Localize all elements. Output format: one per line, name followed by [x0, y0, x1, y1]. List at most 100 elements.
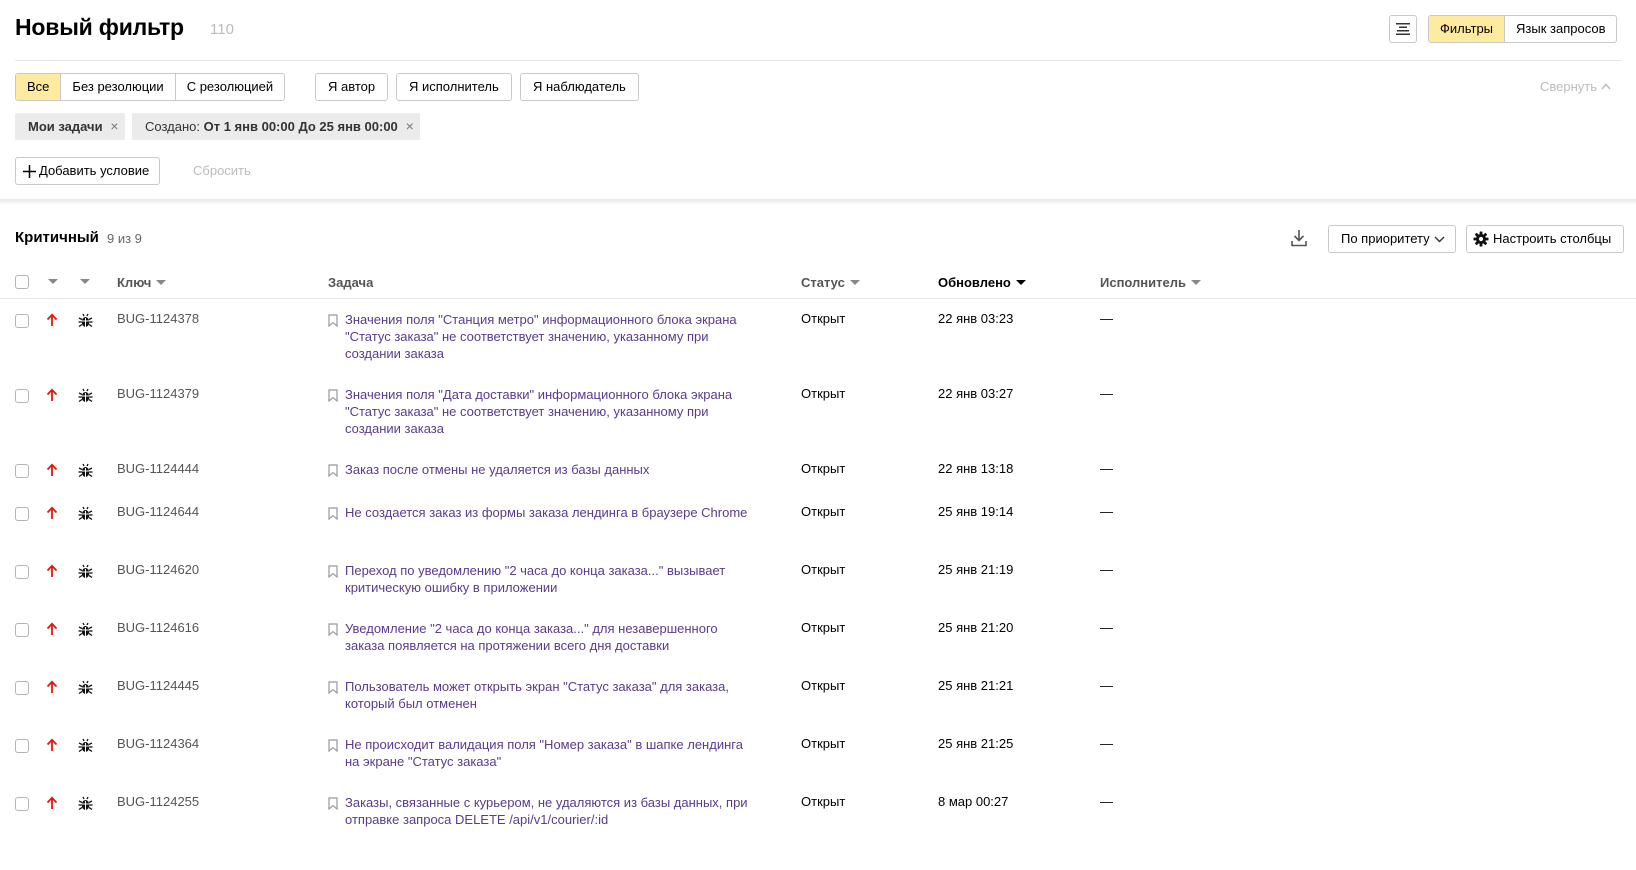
- column-header-task[interactable]: Задача: [328, 275, 373, 290]
- issue-key[interactable]: BUG-1124620: [117, 562, 199, 577]
- chip-created-value: От 1 янв 00:00 До 25 янв 00:00: [203, 119, 398, 134]
- issue-summary-link[interactable]: Заказ после отмены не удаляется из базы …: [345, 461, 755, 478]
- issue-updated: 22 янв 13:18: [938, 461, 1014, 476]
- group-title: Критичный: [15, 229, 99, 246]
- page-title: Новый фильтр: [15, 14, 184, 40]
- filter-result-count: 110: [210, 21, 234, 38]
- tab-resolution-none[interactable]: Без резолюции: [60, 74, 174, 100]
- issue-summary-link[interactable]: Заказы, связанные с курьером, не удаляют…: [345, 794, 755, 828]
- caret-down-icon: [849, 280, 860, 285]
- issue-status: Открыт: [801, 461, 846, 476]
- bug-icon: [78, 564, 93, 582]
- type-column-menu[interactable]: [80, 279, 90, 284]
- sort-select[interactable]: По приоритету: [1328, 225, 1456, 253]
- issue-assignee: —: [1100, 678, 1113, 693]
- priority-critical-icon: [46, 313, 58, 330]
- issue-summary-link[interactable]: Значения поля "Дата доставки" информацио…: [345, 386, 755, 437]
- row-checkbox[interactable]: [15, 681, 29, 695]
- tab-resolution-all[interactable]: Все: [16, 74, 61, 100]
- chip-created[interactable]: Создано: От 1 янв 00:00 До 25 янв 00:00 …: [132, 113, 420, 140]
- priority-column-menu[interactable]: [48, 279, 58, 284]
- add-condition-button[interactable]: Добавить условие: [15, 157, 161, 185]
- column-header-key[interactable]: Ключ: [117, 275, 167, 290]
- bookmark-icon[interactable]: [328, 389, 338, 405]
- column-header-updated[interactable]: Обновлено: [938, 275, 1026, 290]
- issue-summary-link[interactable]: Не создается заказ из формы заказа ленди…: [345, 504, 755, 521]
- bookmark-icon[interactable]: [328, 797, 338, 813]
- bug-icon: [78, 506, 93, 524]
- issue-updated: 25 янв 19:14: [938, 504, 1014, 519]
- column-header-assignee[interactable]: Исполнитель: [1100, 275, 1201, 290]
- row-checkbox[interactable]: [15, 623, 29, 637]
- sort-select-label: По приоритету: [1341, 231, 1430, 246]
- issue-summary-link[interactable]: Значения поля "Станция метро" информацио…: [345, 311, 755, 362]
- issue-key[interactable]: BUG-1124379: [117, 386, 199, 401]
- download-icon[interactable]: [1291, 229, 1307, 250]
- collapse-button[interactable]: Свернуть: [1540, 79, 1611, 94]
- chip-my-tasks[interactable]: Мои задачи ×: [15, 113, 125, 140]
- reset-button[interactable]: Сбросить: [193, 163, 251, 178]
- close-icon[interactable]: ×: [110, 113, 118, 140]
- issue-assignee: —: [1100, 736, 1113, 751]
- issue-key[interactable]: BUG-1124444: [117, 461, 199, 476]
- issue-assignee: —: [1100, 461, 1113, 476]
- issue-key[interactable]: BUG-1124255: [117, 794, 199, 809]
- issue-key[interactable]: BUG-1124364: [117, 736, 199, 751]
- bug-icon: [78, 463, 93, 481]
- layout-toggle-button[interactable]: [1389, 15, 1417, 43]
- column-key-label: Ключ: [117, 275, 152, 290]
- bookmark-icon[interactable]: [328, 681, 338, 697]
- column-header-status[interactable]: Статус: [801, 275, 860, 290]
- issue-summary-link[interactable]: Переход по уведомлению "2 часа до конца …: [345, 562, 755, 596]
- bookmark-icon[interactable]: [328, 565, 338, 581]
- column-updated-label: Обновлено: [938, 275, 1011, 290]
- bookmark-icon[interactable]: [328, 507, 338, 523]
- row-checkbox[interactable]: [15, 797, 29, 811]
- issue-summary-link[interactable]: Пользователь может открыть экран "Статус…: [345, 678, 755, 712]
- row-checkbox[interactable]: [15, 314, 29, 328]
- row-checkbox[interactable]: [15, 739, 29, 753]
- chevron-up-icon: [1601, 83, 1611, 90]
- issue-status: Открыт: [801, 620, 846, 635]
- issue-status: Открыт: [801, 562, 846, 577]
- bug-icon: [78, 680, 93, 698]
- issue-key[interactable]: BUG-1124378: [117, 311, 199, 326]
- priority-critical-icon: [46, 506, 58, 523]
- bookmark-icon[interactable]: [328, 464, 338, 480]
- caret-down-icon: [1191, 280, 1201, 285]
- bug-icon: [78, 313, 93, 331]
- row-checkbox[interactable]: [15, 565, 29, 579]
- configure-columns-button[interactable]: Настроить столбцы: [1466, 225, 1625, 253]
- issue-summary-link[interactable]: Не происходит валидация поля "Номер зака…: [345, 736, 755, 770]
- row-checkbox[interactable]: [15, 464, 29, 478]
- configure-columns-label: Настроить столбцы: [1493, 231, 1612, 246]
- issue-key[interactable]: BUG-1124445: [117, 678, 199, 693]
- bug-icon: [78, 796, 93, 814]
- priority-critical-icon: [46, 622, 58, 639]
- column-status-label: Статус: [801, 275, 845, 290]
- chevron-down-icon: [1434, 236, 1445, 242]
- issue-key[interactable]: BUG-1124644: [117, 504, 199, 519]
- issue-summary-link[interactable]: Уведомление "2 часа до конца заказа..." …: [345, 620, 755, 654]
- bookmark-icon[interactable]: [328, 623, 338, 639]
- priority-critical-icon: [46, 564, 58, 581]
- row-checkbox[interactable]: [15, 389, 29, 403]
- assignee-filter-button[interactable]: Я исполнитель: [396, 73, 512, 101]
- issue-assignee: —: [1100, 386, 1113, 401]
- tab-filters[interactable]: Фильтры: [1429, 16, 1505, 42]
- column-task-label: Задача: [328, 275, 374, 290]
- close-icon[interactable]: ×: [406, 113, 414, 140]
- issue-updated: 22 янв 03:27: [938, 386, 1014, 401]
- issue-updated: 25 янв 21:21: [938, 678, 1014, 693]
- chip-my-tasks-label: Мои задачи: [28, 119, 103, 134]
- follower-filter-button[interactable]: Я наблюдатель: [520, 73, 639, 101]
- bug-icon: [78, 622, 93, 640]
- row-checkbox[interactable]: [15, 507, 29, 521]
- bookmark-icon[interactable]: [328, 314, 338, 330]
- tab-resolution-resolved[interactable]: С резолюцией: [174, 74, 284, 100]
- author-filter-button[interactable]: Я автор: [315, 73, 389, 101]
- issue-key[interactable]: BUG-1124616: [117, 620, 199, 635]
- tab-query-language[interactable]: Язык запросов: [1504, 16, 1616, 42]
- bookmark-icon[interactable]: [328, 739, 338, 755]
- select-all-checkbox[interactable]: [15, 275, 29, 289]
